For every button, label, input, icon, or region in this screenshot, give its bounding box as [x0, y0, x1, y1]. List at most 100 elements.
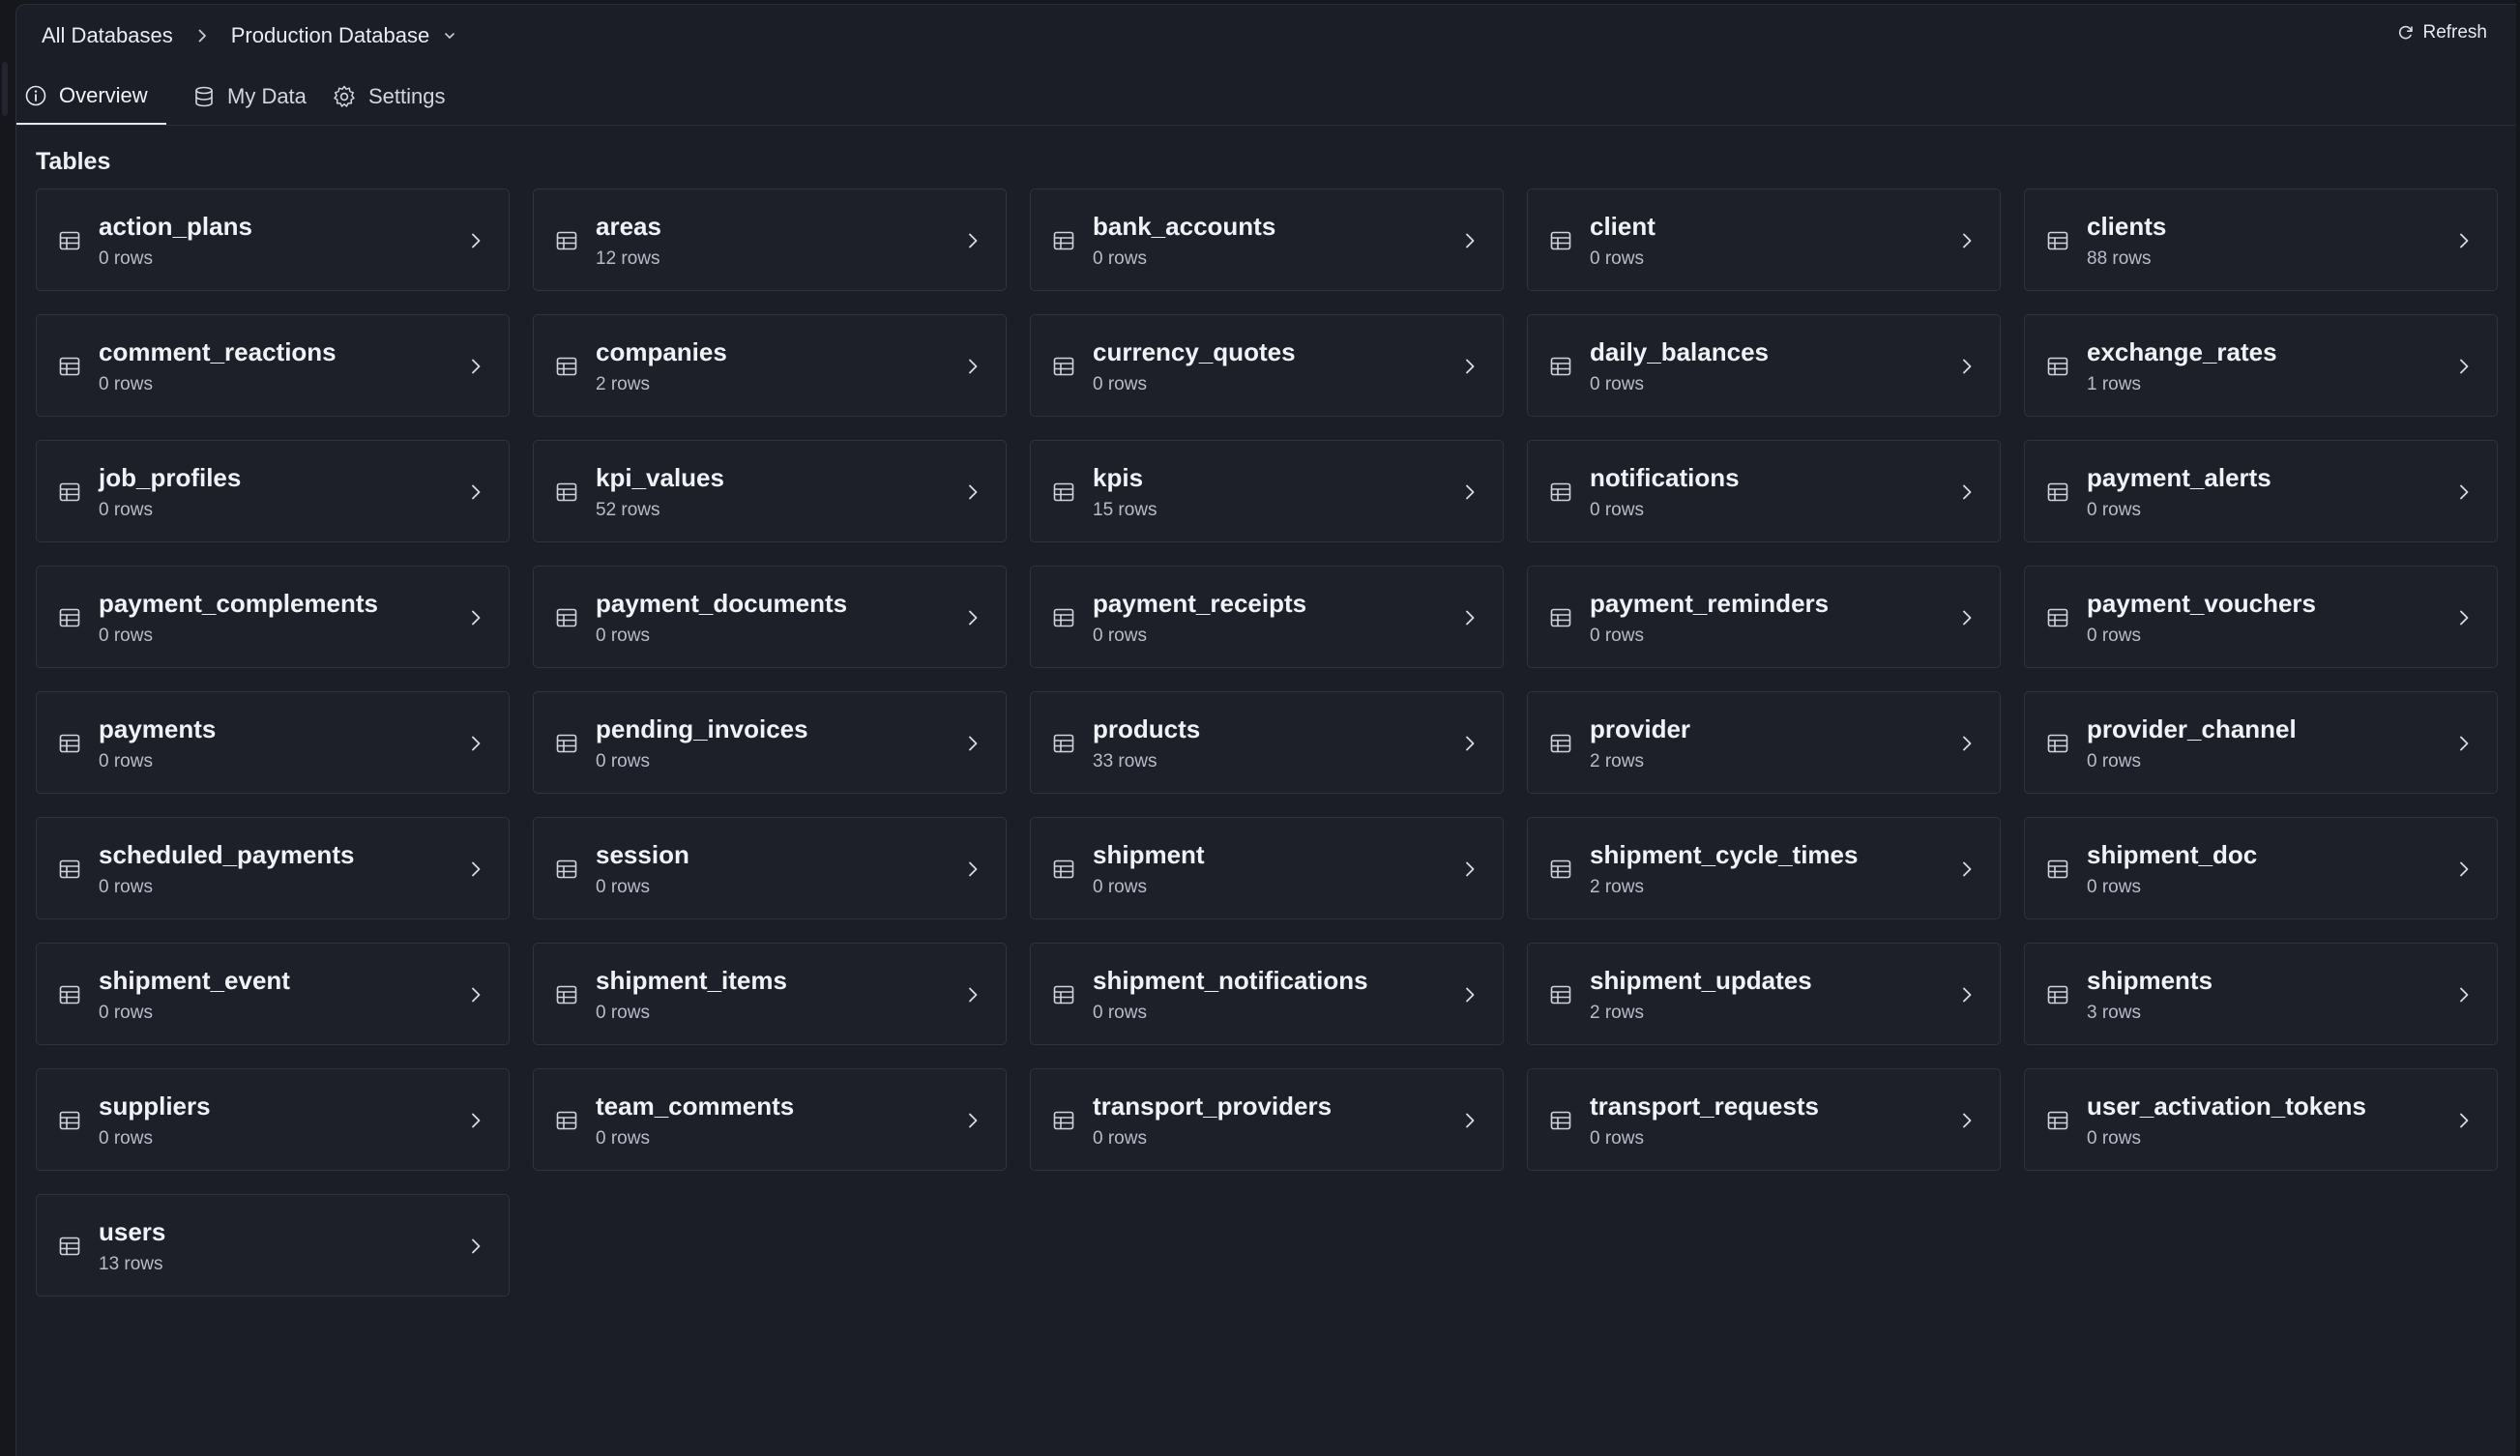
table-name: notifications: [1590, 463, 1740, 492]
chevron-right-icon: [194, 28, 210, 44]
table-card[interactable]: session 0 rows: [533, 817, 1007, 919]
table-name: shipment_updates: [1590, 966, 1812, 995]
chevron-right-icon: [466, 357, 485, 376]
table-card[interactable]: users 13 rows: [36, 1194, 510, 1296]
table-card[interactable]: scheduled_payments 0 rows: [36, 817, 510, 919]
table-card[interactable]: shipment_event 0 rows: [36, 943, 510, 1045]
table-name: payment_reminders: [1590, 589, 1830, 618]
table-card[interactable]: payments 0 rows: [36, 691, 510, 794]
table-name: team_comments: [596, 1092, 795, 1121]
chevron-right-icon: [1460, 985, 1480, 1005]
table-card[interactable]: comment_reactions 0 rows: [36, 314, 510, 417]
table-icon: [1549, 606, 1572, 629]
table-card[interactable]: transport_requests 0 rows: [1527, 1068, 2001, 1171]
chevron-right-icon: [1460, 1111, 1480, 1130]
tab-overview[interactable]: Overview: [16, 69, 166, 125]
table-icon: [1052, 858, 1075, 881]
table-card[interactable]: products 33 rows: [1030, 691, 1504, 794]
table-row-count: 0 rows: [1093, 626, 1147, 646]
table-icon: [2046, 732, 2069, 755]
table-card[interactable]: payment_reminders 0 rows: [1527, 566, 2001, 668]
table-row-count: 0 rows: [1093, 374, 1147, 394]
table-card[interactable]: payment_documents 0 rows: [533, 566, 1007, 668]
table-card[interactable]: suppliers 0 rows: [36, 1068, 510, 1171]
table-name: areas: [596, 212, 661, 241]
table-name: kpis: [1093, 463, 1144, 492]
table-card[interactable]: transport_providers 0 rows: [1030, 1068, 1504, 1171]
table-icon: [58, 606, 81, 629]
table-card[interactable]: bank_accounts 0 rows: [1030, 189, 1504, 291]
table-card[interactable]: provider_channel 0 rows: [2024, 691, 2498, 794]
table-card[interactable]: currency_quotes 0 rows: [1030, 314, 1504, 417]
table-card[interactable]: kpi_values 52 rows: [533, 440, 1007, 542]
table-row-count: 0 rows: [1590, 1128, 1644, 1149]
table-row-count: 88 rows: [2087, 248, 2152, 269]
table-card[interactable]: shipment_items 0 rows: [533, 943, 1007, 1045]
table-card[interactable]: kpis 15 rows: [1030, 440, 1504, 542]
table-name: payments: [99, 714, 217, 743]
chevron-right-icon: [1957, 357, 1977, 376]
table-card[interactable]: daily_balances 0 rows: [1527, 314, 2001, 417]
table-card[interactable]: clients 88 rows: [2024, 189, 2498, 291]
chevron-right-icon: [963, 859, 982, 879]
table-row-count: 0 rows: [99, 1003, 153, 1023]
chevron-right-icon: [466, 231, 485, 250]
table-row-count: 0 rows: [596, 626, 650, 646]
chevron-right-icon: [963, 357, 982, 376]
chevron-right-icon: [466, 734, 485, 753]
refresh-button[interactable]: Refresh: [2397, 22, 2487, 44]
table-name: user_activation_tokens: [2087, 1092, 2367, 1121]
chevron-right-icon: [466, 1237, 485, 1256]
table-name: payment_alerts: [2087, 463, 2271, 492]
table-card[interactable]: team_comments 0 rows: [533, 1068, 1007, 1171]
table-card[interactable]: user_activation_tokens 0 rows: [2024, 1068, 2498, 1171]
table-name: shipment_items: [596, 966, 787, 995]
table-card[interactable]: payment_complements 0 rows: [36, 566, 510, 668]
table-card[interactable]: shipments 3 rows: [2024, 943, 2498, 1045]
table-card[interactable]: job_profiles 0 rows: [36, 440, 510, 542]
sidebar-handle[interactable]: [2, 62, 8, 116]
table-card[interactable]: companies 2 rows: [533, 314, 1007, 417]
tab-label: My Data: [227, 84, 307, 108]
chevron-down-icon: [443, 29, 456, 43]
table-card[interactable]: shipment_notifications 0 rows: [1030, 943, 1504, 1045]
table-icon: [58, 732, 81, 755]
table-card[interactable]: notifications 0 rows: [1527, 440, 2001, 542]
chevron-right-icon: [1460, 482, 1480, 502]
chevron-right-icon: [466, 608, 485, 627]
table-card[interactable]: shipment_doc 0 rows: [2024, 817, 2498, 919]
table-row-count: 0 rows: [99, 1128, 153, 1149]
table-card[interactable]: provider 2 rows: [1527, 691, 2001, 794]
table-card[interactable]: client 0 rows: [1527, 189, 2001, 291]
table-card[interactable]: action_plans 0 rows: [36, 189, 510, 291]
chevron-right-icon: [2454, 734, 2474, 753]
table-row-count: 15 rows: [1093, 500, 1157, 520]
chevron-right-icon: [1957, 482, 1977, 502]
table-card[interactable]: pending_invoices 0 rows: [533, 691, 1007, 794]
breadcrumb-root[interactable]: All Databases: [42, 23, 173, 48]
chevron-right-icon: [1460, 608, 1480, 627]
chevron-right-icon: [1957, 985, 1977, 1005]
chevron-right-icon: [466, 482, 485, 502]
table-row-count: 0 rows: [1093, 1003, 1147, 1023]
table-name: companies: [596, 337, 727, 366]
table-card[interactable]: payment_receipts 0 rows: [1030, 566, 1504, 668]
table-card[interactable]: exchange_rates 1 rows: [2024, 314, 2498, 417]
chevron-right-icon: [2454, 859, 2474, 879]
table-card[interactable]: shipment 0 rows: [1030, 817, 1504, 919]
table-card[interactable]: shipment_cycle_times 2 rows: [1527, 817, 2001, 919]
database-selector[interactable]: Production Database: [231, 23, 456, 48]
table-card[interactable]: payment_vouchers 0 rows: [2024, 566, 2498, 668]
table-name: transport_providers: [1093, 1092, 1333, 1121]
tab-my-data[interactable]: My Data: [192, 69, 307, 125]
gear-icon: [332, 84, 357, 109]
chevron-right-icon: [963, 985, 982, 1005]
table-card[interactable]: payment_alerts 0 rows: [2024, 440, 2498, 542]
tab-settings[interactable]: Settings: [332, 69, 446, 125]
table-name: provider_channel: [2087, 714, 2297, 743]
section-title: Tables: [36, 148, 111, 175]
table-icon: [1549, 858, 1572, 881]
table-card[interactable]: areas 12 rows: [533, 189, 1007, 291]
table-row-count: 0 rows: [99, 877, 153, 897]
table-card[interactable]: shipment_updates 2 rows: [1527, 943, 2001, 1045]
